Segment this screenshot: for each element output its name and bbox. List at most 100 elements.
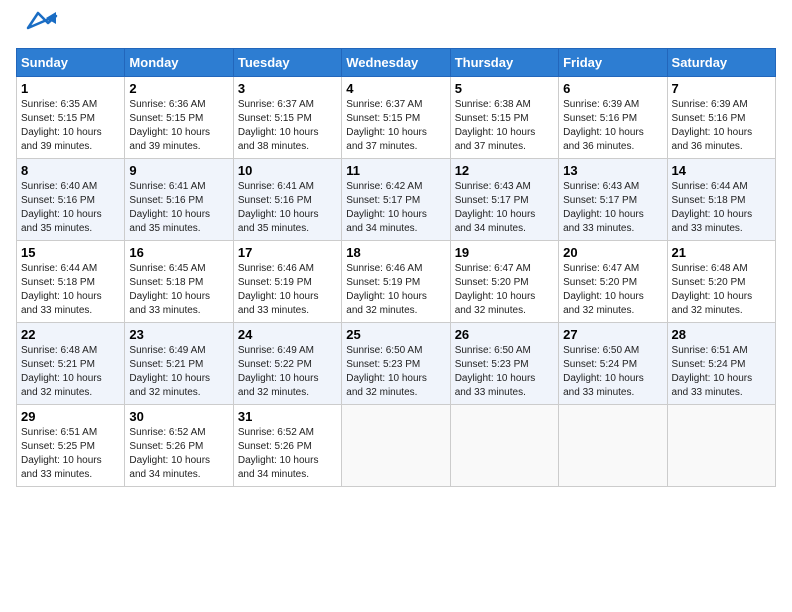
day-info: Sunrise: 6:40 AM Sunset: 5:16 PM Dayligh…: [21, 180, 120, 236]
calendar-cell: 17 Sunrise: 6:46 AM Sunset: 5:19 PM Dayl…: [233, 241, 341, 323]
day-number: 2: [129, 81, 228, 96]
day-info: Sunrise: 6:45 AM Sunset: 5:18 PM Dayligh…: [129, 262, 228, 318]
day-info: Sunrise: 6:36 AM Sunset: 5:15 PM Dayligh…: [129, 98, 228, 154]
day-info: Sunrise: 6:47 AM Sunset: 5:20 PM Dayligh…: [563, 262, 662, 318]
calendar-cell: 4 Sunrise: 6:37 AM Sunset: 5:15 PM Dayli…: [342, 77, 450, 159]
calendar-cell: 5 Sunrise: 6:38 AM Sunset: 5:15 PM Dayli…: [450, 77, 558, 159]
logo-icon: [18, 8, 58, 38]
day-number: 27: [563, 327, 662, 342]
day-number: 5: [455, 81, 554, 96]
calendar-cell: 3 Sunrise: 6:37 AM Sunset: 5:15 PM Dayli…: [233, 77, 341, 159]
calendar-cell: 31 Sunrise: 6:52 AM Sunset: 5:26 PM Dayl…: [233, 405, 341, 487]
day-info: Sunrise: 6:44 AM Sunset: 5:18 PM Dayligh…: [672, 180, 771, 236]
weekday-header: Tuesday: [233, 49, 341, 77]
logo: [16, 16, 58, 40]
calendar-week-row: 1 Sunrise: 6:35 AM Sunset: 5:15 PM Dayli…: [17, 77, 776, 159]
calendar-cell: 12 Sunrise: 6:43 AM Sunset: 5:17 PM Dayl…: [450, 159, 558, 241]
calendar-cell: 19 Sunrise: 6:47 AM Sunset: 5:20 PM Dayl…: [450, 241, 558, 323]
calendar-cell: 14 Sunrise: 6:44 AM Sunset: 5:18 PM Dayl…: [667, 159, 775, 241]
calendar-header: SundayMondayTuesdayWednesdayThursdayFrid…: [17, 49, 776, 77]
day-number: 29: [21, 409, 120, 424]
calendar-cell: 23 Sunrise: 6:49 AM Sunset: 5:21 PM Dayl…: [125, 323, 233, 405]
calendar-cell: 1 Sunrise: 6:35 AM Sunset: 5:15 PM Dayli…: [17, 77, 125, 159]
calendar-week-row: 15 Sunrise: 6:44 AM Sunset: 5:18 PM Dayl…: [17, 241, 776, 323]
calendar-cell: 26 Sunrise: 6:50 AM Sunset: 5:23 PM Dayl…: [450, 323, 558, 405]
calendar-cell: 11 Sunrise: 6:42 AM Sunset: 5:17 PM Dayl…: [342, 159, 450, 241]
day-number: 9: [129, 163, 228, 178]
day-number: 13: [563, 163, 662, 178]
calendar-cell: [450, 405, 558, 487]
calendar-cell: 16 Sunrise: 6:45 AM Sunset: 5:18 PM Dayl…: [125, 241, 233, 323]
calendar-cell: 7 Sunrise: 6:39 AM Sunset: 5:16 PM Dayli…: [667, 77, 775, 159]
calendar-cell: 25 Sunrise: 6:50 AM Sunset: 5:23 PM Dayl…: [342, 323, 450, 405]
day-info: Sunrise: 6:43 AM Sunset: 5:17 PM Dayligh…: [455, 180, 554, 236]
day-info: Sunrise: 6:50 AM Sunset: 5:24 PM Dayligh…: [563, 344, 662, 400]
day-number: 6: [563, 81, 662, 96]
day-number: 24: [238, 327, 337, 342]
page-header: [16, 16, 776, 40]
calendar-cell: 22 Sunrise: 6:48 AM Sunset: 5:21 PM Dayl…: [17, 323, 125, 405]
day-info: Sunrise: 6:37 AM Sunset: 5:15 PM Dayligh…: [346, 98, 445, 154]
weekday-header: Sunday: [17, 49, 125, 77]
calendar-cell: 6 Sunrise: 6:39 AM Sunset: 5:16 PM Dayli…: [559, 77, 667, 159]
day-info: Sunrise: 6:47 AM Sunset: 5:20 PM Dayligh…: [455, 262, 554, 318]
day-number: 23: [129, 327, 228, 342]
day-number: 22: [21, 327, 120, 342]
day-info: Sunrise: 6:49 AM Sunset: 5:22 PM Dayligh…: [238, 344, 337, 400]
day-info: Sunrise: 6:48 AM Sunset: 5:21 PM Dayligh…: [21, 344, 120, 400]
day-number: 7: [672, 81, 771, 96]
day-info: Sunrise: 6:42 AM Sunset: 5:17 PM Dayligh…: [346, 180, 445, 236]
day-info: Sunrise: 6:39 AM Sunset: 5:16 PM Dayligh…: [672, 98, 771, 154]
day-info: Sunrise: 6:52 AM Sunset: 5:26 PM Dayligh…: [238, 426, 337, 482]
day-number: 31: [238, 409, 337, 424]
day-number: 20: [563, 245, 662, 260]
day-number: 21: [672, 245, 771, 260]
day-number: 19: [455, 245, 554, 260]
day-number: 28: [672, 327, 771, 342]
day-info: Sunrise: 6:52 AM Sunset: 5:26 PM Dayligh…: [129, 426, 228, 482]
day-number: 15: [21, 245, 120, 260]
day-number: 12: [455, 163, 554, 178]
calendar-cell: 8 Sunrise: 6:40 AM Sunset: 5:16 PM Dayli…: [17, 159, 125, 241]
calendar-cell: [342, 405, 450, 487]
calendar-week-row: 29 Sunrise: 6:51 AM Sunset: 5:25 PM Dayl…: [17, 405, 776, 487]
calendar-cell: 28 Sunrise: 6:51 AM Sunset: 5:24 PM Dayl…: [667, 323, 775, 405]
day-number: 14: [672, 163, 771, 178]
day-number: 10: [238, 163, 337, 178]
day-info: Sunrise: 6:46 AM Sunset: 5:19 PM Dayligh…: [238, 262, 337, 318]
day-number: 30: [129, 409, 228, 424]
calendar-body: 1 Sunrise: 6:35 AM Sunset: 5:15 PM Dayli…: [17, 77, 776, 487]
day-info: Sunrise: 6:48 AM Sunset: 5:20 PM Dayligh…: [672, 262, 771, 318]
calendar-cell: 15 Sunrise: 6:44 AM Sunset: 5:18 PM Dayl…: [17, 241, 125, 323]
day-number: 4: [346, 81, 445, 96]
day-info: Sunrise: 6:50 AM Sunset: 5:23 PM Dayligh…: [455, 344, 554, 400]
day-info: Sunrise: 6:43 AM Sunset: 5:17 PM Dayligh…: [563, 180, 662, 236]
weekday-header: Monday: [125, 49, 233, 77]
day-info: Sunrise: 6:49 AM Sunset: 5:21 PM Dayligh…: [129, 344, 228, 400]
calendar-cell: 21 Sunrise: 6:48 AM Sunset: 5:20 PM Dayl…: [667, 241, 775, 323]
day-info: Sunrise: 6:38 AM Sunset: 5:15 PM Dayligh…: [455, 98, 554, 154]
calendar-header-row: SundayMondayTuesdayWednesdayThursdayFrid…: [17, 49, 776, 77]
weekday-header: Wednesday: [342, 49, 450, 77]
day-info: Sunrise: 6:51 AM Sunset: 5:24 PM Dayligh…: [672, 344, 771, 400]
calendar-cell: 18 Sunrise: 6:46 AM Sunset: 5:19 PM Dayl…: [342, 241, 450, 323]
calendar-cell: 9 Sunrise: 6:41 AM Sunset: 5:16 PM Dayli…: [125, 159, 233, 241]
day-info: Sunrise: 6:41 AM Sunset: 5:16 PM Dayligh…: [238, 180, 337, 236]
day-number: 8: [21, 163, 120, 178]
calendar-cell: 20 Sunrise: 6:47 AM Sunset: 5:20 PM Dayl…: [559, 241, 667, 323]
day-number: 16: [129, 245, 228, 260]
day-info: Sunrise: 6:51 AM Sunset: 5:25 PM Dayligh…: [21, 426, 120, 482]
weekday-header: Friday: [559, 49, 667, 77]
day-number: 11: [346, 163, 445, 178]
day-info: Sunrise: 6:46 AM Sunset: 5:19 PM Dayligh…: [346, 262, 445, 318]
calendar-cell: 29 Sunrise: 6:51 AM Sunset: 5:25 PM Dayl…: [17, 405, 125, 487]
day-info: Sunrise: 6:44 AM Sunset: 5:18 PM Dayligh…: [21, 262, 120, 318]
day-info: Sunrise: 6:41 AM Sunset: 5:16 PM Dayligh…: [129, 180, 228, 236]
day-number: 18: [346, 245, 445, 260]
day-number: 25: [346, 327, 445, 342]
weekday-header: Thursday: [450, 49, 558, 77]
day-number: 26: [455, 327, 554, 342]
weekday-header: Saturday: [667, 49, 775, 77]
calendar-cell: 10 Sunrise: 6:41 AM Sunset: 5:16 PM Dayl…: [233, 159, 341, 241]
day-number: 3: [238, 81, 337, 96]
